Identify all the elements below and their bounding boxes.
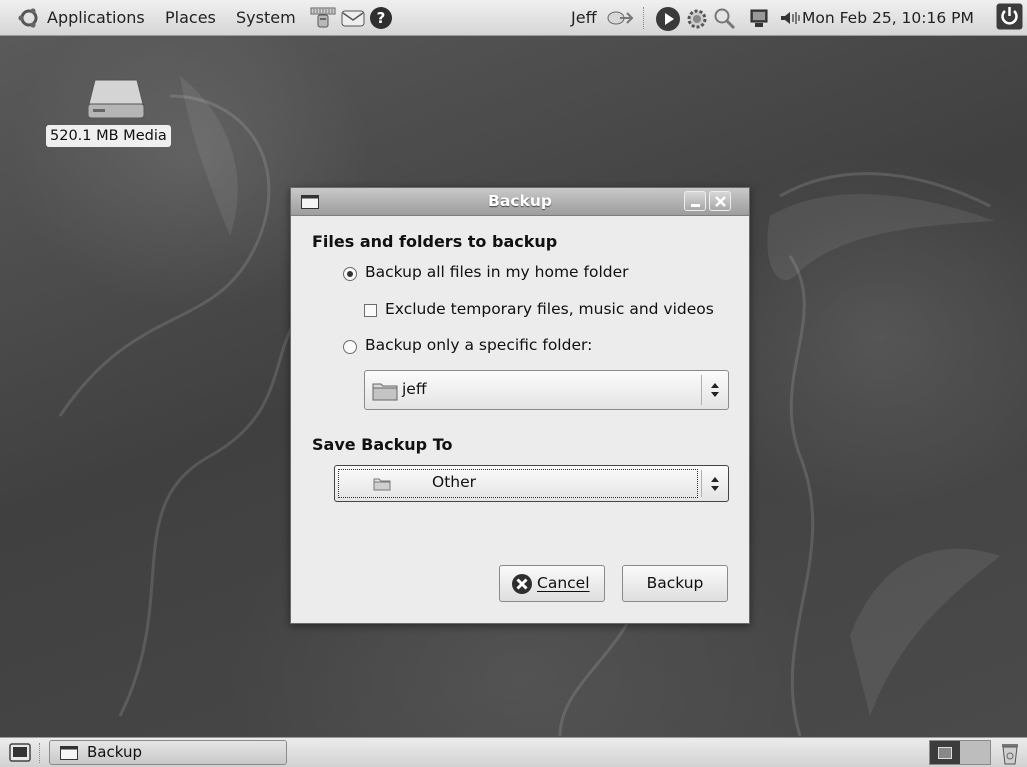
workspace-icon [938,747,952,759]
panel-separator [643,7,646,29]
folder-chooser[interactable]: jeff [364,370,729,410]
exclude-checkbox[interactable] [364,304,377,317]
workspace-switcher[interactable] [929,740,991,765]
backup-label: Backup [646,574,704,592]
dialog-title: Backup [488,192,552,210]
system-menu[interactable]: System [236,0,296,36]
cancel-label: Cancel [537,574,590,592]
files-section-title: Files and folders to backup [312,232,558,251]
volume-icon[interactable] [779,9,801,27]
close-icon [715,196,726,207]
backup-home-radio[interactable] [343,267,357,281]
save-section-title: Save Backup To [312,435,453,454]
taskbar-label: Backup [87,743,142,761]
clock[interactable]: Mon Feb 25, 10:16 PM [802,0,974,36]
user-name[interactable]: Jeff [571,0,597,36]
monitor-icon[interactable] [748,8,770,30]
mail-icon[interactable] [340,7,366,29]
svg-text:?: ? [377,9,386,27]
drive-label[interactable]: 520.1 MB Media [46,125,171,147]
cancel-button[interactable]: Cancel [499,565,605,602]
show-desktop-icon[interactable] [9,743,31,762]
workspace-1[interactable] [930,741,960,764]
backup-home-label[interactable]: Backup all files in my home folder [365,263,629,281]
drive-icon[interactable] [85,74,147,122]
backup-button[interactable]: Backup [622,565,728,602]
ubuntu-logo-icon[interactable] [18,7,40,29]
search-icon[interactable] [713,7,737,31]
minimize-button[interactable] [684,191,706,211]
backup-dialog: Backup Files and folders to backup Backu… [290,187,750,624]
bottom-panel: Backup [0,737,1027,767]
backup-specific-label[interactable]: Backup only a specific folder: [365,336,592,354]
applications-menu[interactable]: Applications [47,0,145,36]
media-play-icon[interactable] [655,6,681,32]
exclude-label[interactable]: Exclude temporary files, music and video… [385,300,714,318]
trash-icon[interactable] [1000,741,1020,765]
save-to-chooser[interactable]: Other [334,465,729,502]
save-to-value: Other [432,473,477,491]
updown-arrows-icon [711,383,719,397]
folder-icon [373,478,391,491]
window-icon [60,746,78,760]
cancel-icon [512,574,532,594]
minimize-icon [691,204,700,207]
folder-icon [372,383,398,401]
panel-separator [39,743,42,763]
save-to-focus-ring [338,469,698,498]
help-icon[interactable]: ? [369,6,393,30]
dialog-titlebar[interactable]: Backup [291,188,749,216]
folder-chooser-arrows [701,375,728,405]
save-to-arrows [701,470,728,497]
network-icon[interactable] [308,6,338,30]
top-panel: Applications Places System ? Jeff Mon Fe… [0,0,1027,36]
workspace-2[interactable] [961,741,990,764]
close-button[interactable] [709,191,731,211]
power-icon[interactable] [996,3,1023,30]
gear-icon[interactable] [684,6,710,32]
taskbar-button-backup[interactable]: Backup [49,740,287,765]
user-switch-icon[interactable] [606,9,634,27]
places-menu[interactable]: Places [165,0,216,36]
folder-value: jeff [402,380,427,398]
backup-specific-radio[interactable] [343,340,357,354]
updown-arrows-icon [711,477,719,491]
